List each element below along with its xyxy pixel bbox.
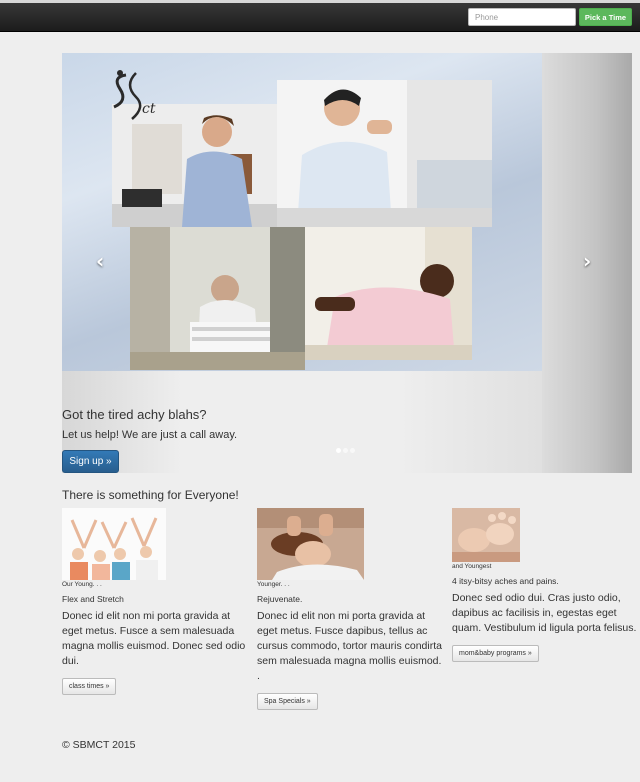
column-caption: and Youngest — [452, 563, 492, 570]
class-times-button[interactable]: class times » — [62, 678, 117, 695]
top-navbar: Pick a Time — [0, 0, 640, 32]
caption-area — [62, 371, 542, 473]
footer-copyright: © SBMCT 2015 — [62, 739, 136, 751]
photo-head-massage — [257, 508, 364, 580]
column-heading: Flex and Stretch — [62, 594, 124, 604]
column-text: Donec id elit non mi porta gravida at eg… — [257, 610, 442, 682]
section-heading: There is something for Everyone! — [62, 488, 239, 502]
column-caption: Our Young. . . — [62, 581, 102, 588]
photo-back-pain — [305, 227, 472, 360]
feature-column-youngest: and Youngest 4 itsy-bitsy aches and pain… — [452, 508, 637, 662]
indicator-dot[interactable] — [343, 448, 348, 453]
indicator-dot[interactable] — [336, 448, 341, 453]
column-text: Donec id elit non mi porta gravida at eg… — [62, 610, 246, 667]
svg-text:ct: ct — [142, 101, 156, 117]
mom-baby-programs-button[interactable]: mom&baby programs » — [452, 645, 539, 662]
chevron-right-icon[interactable]: › — [583, 249, 591, 273]
feature-column-young: Our Young. . . Flex and Stretch Donec id… — [62, 508, 247, 695]
photo-baby-feet — [452, 508, 520, 562]
sbmct-logo: ct — [113, 70, 156, 120]
indicator-dot[interactable] — [350, 448, 355, 453]
column-heading: Rejuvenate. — [257, 594, 303, 604]
pick-a-time-button[interactable]: Pick a Time — [579, 8, 632, 26]
chevron-left-icon[interactable]: ‹ — [96, 249, 104, 273]
sign-up-button[interactable]: Sign up » — [62, 450, 119, 473]
column-caption: Younger. . . — [257, 581, 290, 588]
spa-specials-button[interactable]: Spa Specials » — [257, 693, 318, 710]
caption-title: Got the tired achy blahs? — [62, 407, 207, 422]
phone-input[interactable] — [468, 8, 576, 26]
column-heading: 4 itsy-bitsy aches and pains. — [452, 576, 559, 586]
photo-seniors-stretching — [62, 508, 166, 580]
column-text: Donec sed odio dui. Cras justo odio, dap… — [452, 592, 637, 634]
caption-text: Let us help! We are just a call away. — [62, 429, 238, 441]
photo-man-neck-pain — [277, 80, 492, 227]
carousel-indicators — [336, 448, 355, 453]
photo-stressed-worker — [130, 227, 305, 370]
feature-column-younger: Younger. . . Rejuvenate. Donec id elit n… — [257, 508, 442, 710]
hero-carousel: ct ‹ › Got the tired achy blahs? Let us … — [62, 53, 632, 473]
